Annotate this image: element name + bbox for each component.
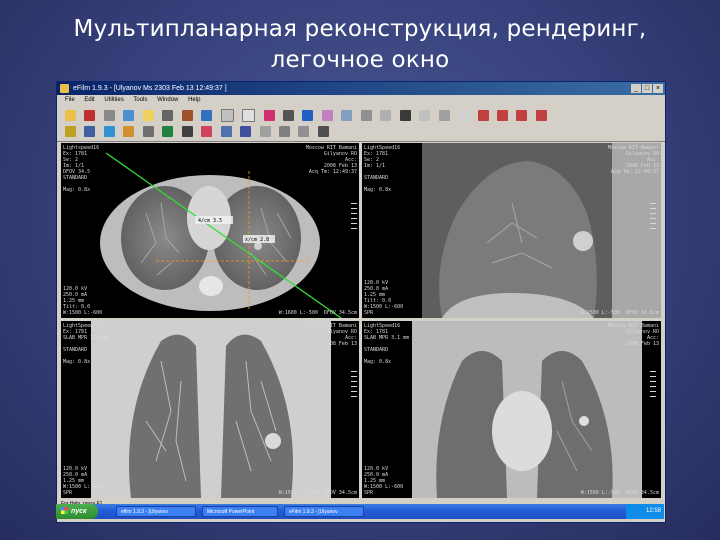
coronal-overlay-bottom-left: 120.0 kV 250.0 mA 1.25 mm W:1500 L:-600 … xyxy=(63,466,103,496)
hourglass-icon[interactable] xyxy=(103,110,115,122)
axial-overlay-bottom-right: W:1600 L:-500 DFOV 34.5cm xyxy=(278,310,357,316)
sagittal-overlay-bottom-left: 120.0 kV 250.0 mA 1.25 mm Tilt: 0.0 W:15… xyxy=(364,280,404,316)
render-overlay-top-left: LightSpeed16 Ex: 1781 SLAB MPR 3.1 mm ST… xyxy=(364,323,410,365)
zoom-icon[interactable] xyxy=(242,109,256,123)
series-icon[interactable] xyxy=(123,126,135,138)
coronal-overlay-top-right: Moscow RIT Bamani Gilyanov RO Acc: 2008 … xyxy=(305,323,357,347)
fov-icon[interactable] xyxy=(220,126,232,138)
window-titlebar[interactable]: eFilm 1.9.3 - [Ulyanov Ms 2303 Feb 13 12… xyxy=(57,82,665,95)
slide-title-line-1: Мультипланарная реконструкция, рендеринг… xyxy=(73,16,647,42)
mip-icon[interactable] xyxy=(201,126,213,138)
pan-icon[interactable] xyxy=(263,110,275,122)
menu-window[interactable]: Window xyxy=(157,95,178,105)
axial-marker-center: 4/cm 3.5 xyxy=(198,218,223,224)
ruler-icon[interactable] xyxy=(341,110,353,122)
arrow-annotation-icon[interactable] xyxy=(321,110,333,122)
layout-icon[interactable] xyxy=(201,110,213,122)
axial-overlay-bottom-left: 120.0 kV 250.0 mA 1.25 mm Tilt: 0.0 W:15… xyxy=(63,286,103,316)
axial-overlay-top-right: Moscow RIT Bamani Gilyanov RO Acc: 2008 … xyxy=(305,145,357,175)
toolbar-row-2 xyxy=(63,123,331,139)
axial-marker-right: x/cm 2.8 xyxy=(245,237,270,243)
coronal-overlay-top-left: LightSpeed16 Ex: 1781 SLAB MPR 3.1 mm ST… xyxy=(63,323,109,365)
localizer-icon[interactable] xyxy=(162,126,174,138)
slide-title: Мультипланарная реконструкция, рендеринг… xyxy=(0,14,720,76)
crop-icon[interactable] xyxy=(278,126,290,138)
sagittal-scale-bar xyxy=(650,203,656,233)
invert-icon[interactable] xyxy=(399,110,411,122)
viewport-coronal[interactable]: LightSpeed16 Ex: 1781 SLAB MPR 3.1 mm ST… xyxy=(61,321,359,498)
render-nodule xyxy=(579,416,589,426)
taskbar-task-efilm-2[interactable]: eFilm 1.9.3 - [Ulyanov xyxy=(284,506,364,517)
taskbar-task-powerpoint[interactable]: Microsoft PowerPoint xyxy=(202,506,278,517)
viewport-coronal-render[interactable]: LightSpeed16 Ex: 1781 SLAB MPR 3.1 mm ST… xyxy=(362,321,661,498)
sagittal-overlay-bottom-right: W:1500 L:-500 DFOV 34.5cm xyxy=(580,310,659,316)
slab-icon[interactable] xyxy=(298,126,310,138)
efilm-window: eFilm 1.9.3 - [Ulyanov Ms 2303 Feb 13 12… xyxy=(56,81,666,523)
toolbar xyxy=(57,105,665,142)
delete-icon[interactable] xyxy=(496,110,508,122)
sagittal-overlay-top-left: LightSpeed16 Ex: 1781 Se: 2 Im: 1/1 STAN… xyxy=(364,145,401,193)
minimize-icon[interactable]: _ xyxy=(631,84,641,93)
folder-icon[interactable] xyxy=(142,110,154,122)
render-overlay-bottom-left: 120.0 kV 250.0 mA 1.25 mm W:1500 L:-600 … xyxy=(364,466,404,496)
angle-icon[interactable] xyxy=(360,110,372,122)
coronal-scale-bar xyxy=(351,371,357,401)
sagittal-nodule xyxy=(573,231,593,251)
system-tray: 12:58 xyxy=(626,504,664,519)
render-overlay-bottom-right: W:1500 L:-500 DFOV 34.5cm xyxy=(580,490,659,496)
slide-title-line-2: легочное окно xyxy=(270,47,450,73)
link-icon[interactable] xyxy=(103,126,115,138)
start-button[interactable]: пуск xyxy=(56,504,98,519)
sagittal-overlay-top-right: Moscow RIT Bamani Gilyanov RO Acc: 2008 … xyxy=(607,145,659,175)
axial-scale-bar xyxy=(351,203,357,233)
trash-icon[interactable] xyxy=(317,126,329,138)
menu-bar: File Edit Utilities Tools Window Help xyxy=(57,95,665,105)
reset-icon[interactable] xyxy=(458,110,470,122)
3d-icon[interactable] xyxy=(240,126,252,138)
grid-icon[interactable] xyxy=(84,126,96,138)
scroll-icon[interactable] xyxy=(282,110,294,122)
efilm-app-icon xyxy=(60,84,69,93)
window-title: eFilm 1.9.3 - [Ulyanov Ms 2303 Feb 13 12… xyxy=(73,85,227,92)
open-study-icon[interactable] xyxy=(65,110,76,122)
marker-icon[interactable] xyxy=(535,110,547,122)
roi-icon[interactable] xyxy=(380,110,392,122)
menu-edit[interactable]: Edit xyxy=(84,95,94,105)
cine-icon[interactable] xyxy=(181,110,193,122)
render-overlay-top-right: Moscow RIT Bamani Gilyanov RO Acc: 2008 … xyxy=(607,323,659,347)
hand-icon[interactable] xyxy=(259,126,271,138)
clock: 12:58 xyxy=(645,508,661,514)
window-level-icon[interactable] xyxy=(220,109,234,123)
rotate-icon[interactable] xyxy=(438,110,450,122)
print-icon[interactable] xyxy=(162,110,174,122)
taskbar-task-efilm-1[interactable]: efilm 1.9.3 - [Ulyanov xyxy=(116,506,196,517)
menu-utilities[interactable]: Utilities xyxy=(104,95,123,105)
coronal-overlay-bottom-right: W:1500 L:-500 DFOV 34.5cm xyxy=(278,490,357,496)
menu-file[interactable]: File xyxy=(65,95,75,105)
windows-taskbar: пуск efilm 1.9.3 - [Ulyanov Microsoft Po… xyxy=(56,504,664,519)
lock-icon[interactable] xyxy=(65,126,76,138)
windows-logo-icon xyxy=(61,507,68,514)
toolbar-row-1 xyxy=(63,107,549,123)
close-icon[interactable]: × xyxy=(653,84,663,93)
start-label: пуск xyxy=(71,508,87,515)
stop-icon[interactable] xyxy=(477,110,489,122)
text-annotation-icon[interactable] xyxy=(302,110,314,122)
mpr-icon[interactable] xyxy=(181,126,193,138)
maximize-icon[interactable]: □ xyxy=(642,84,652,93)
cross-icon[interactable] xyxy=(516,110,528,122)
arrows-icon[interactable] xyxy=(142,126,154,138)
render-scale-bar xyxy=(650,371,656,401)
flip-icon[interactable] xyxy=(419,110,431,122)
menu-help[interactable]: Help xyxy=(188,95,200,105)
coronal-nodule xyxy=(265,433,281,449)
close-study-icon[interactable] xyxy=(84,110,96,122)
viewport-sagittal[interactable]: LightSpeed16 Ex: 1781 Se: 2 Im: 1/1 STAN… xyxy=(362,143,661,318)
save-icon[interactable] xyxy=(123,110,135,122)
menu-tools[interactable]: Tools xyxy=(133,95,147,105)
viewport-axial[interactable]: Lightspeed16 Ex: 1781 Se: 2 Im: 1/1 DFOV… xyxy=(61,143,359,318)
axial-overlay-top-left: Lightspeed16 Ex: 1781 Se: 2 Im: 1/1 DFOV… xyxy=(63,145,100,193)
